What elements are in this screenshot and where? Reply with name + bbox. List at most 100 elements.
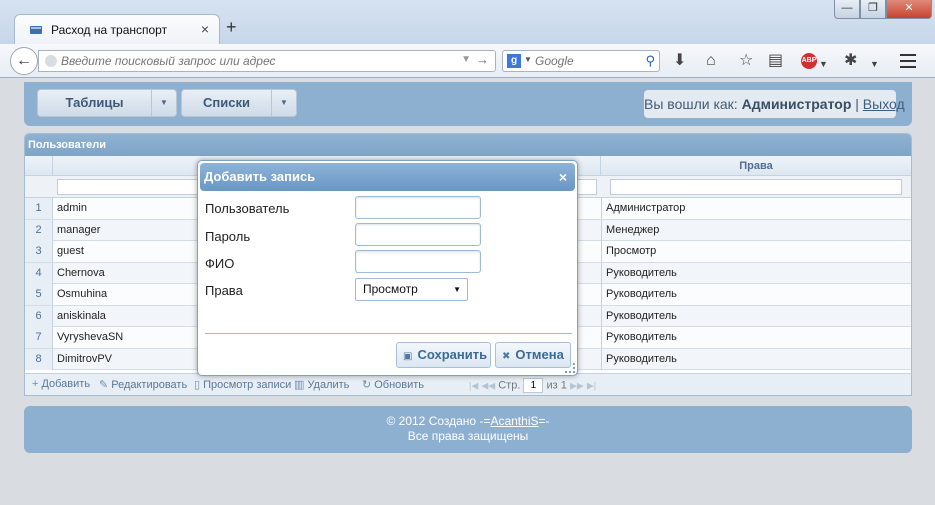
browser-menu-icon[interactable]: [900, 54, 916, 68]
lists-menu-button[interactable]: Списки ▼: [181, 89, 297, 117]
add-record-dialog: Добавить запись × Пользователь Пароль ФИ…: [197, 160, 578, 376]
dialog-title: Добавить запись: [204, 169, 316, 184]
site-identity-icon[interactable]: [45, 55, 57, 67]
rights-cell: Администратор: [606, 202, 686, 214]
tab-close-icon[interactable]: ×: [201, 21, 209, 37]
last-page-icon[interactable]: ▶|: [587, 380, 596, 390]
window-minimize-button[interactable]: —: [834, 0, 860, 19]
back-button[interactable]: ←: [10, 47, 38, 75]
copyright-suffix: =-: [538, 414, 550, 428]
author-link[interactable]: AcanthiS: [490, 414, 538, 428]
user-field-label: Пользователь: [205, 201, 290, 216]
user-field[interactable]: [355, 196, 481, 219]
logged-in-text: Вы вошли как:: [644, 96, 738, 112]
go-arrow-icon[interactable]: →: [476, 52, 489, 67]
rights-cell: Руководитель: [606, 309, 677, 322]
save-icon: ▣: [403, 351, 413, 362]
cancel-button[interactable]: ✖ Отмена: [495, 342, 571, 368]
user-cell: manager: [57, 223, 101, 236]
search-engine-icon[interactable]: g: [507, 54, 521, 68]
dialog-header[interactable]: Добавить запись ×: [200, 163, 575, 191]
add-record-button[interactable]: + Добавить: [32, 378, 90, 390]
copyright-line: © 2012 Создано -=AcanthiS=-: [24, 414, 912, 429]
prev-page-icon[interactable]: ◀◀: [481, 380, 495, 390]
row-number: 8: [25, 348, 53, 370]
add-record-label: Добавить: [41, 378, 91, 390]
copyright-prefix: © 2012 Создано -=: [386, 414, 491, 428]
pencil-icon: ✎: [99, 379, 109, 391]
history-dropdown-icon[interactable]: ▼: [461, 54, 471, 65]
logout-link[interactable]: Выход: [863, 96, 905, 112]
search-bar[interactable]: g ▼ ⚲: [502, 50, 660, 72]
page-favicon-icon: [30, 26, 42, 34]
extension-dropdown-icon[interactable]: ▼: [870, 55, 879, 73]
chevron-down-icon[interactable]: ▼: [272, 90, 296, 116]
tab-title: Расход на транспорт: [51, 23, 168, 37]
column-header-rights[interactable]: Права: [601, 156, 911, 176]
page-count-label: из 1: [546, 379, 567, 392]
cancel-button-label: Отмена: [515, 347, 564, 362]
refresh-button[interactable]: ↻ Обновить: [362, 378, 424, 391]
rights-select[interactable]: Просмотр ▼: [355, 278, 468, 301]
rights-cell: Руководитель: [606, 331, 677, 343]
downloads-icon[interactable]: ⬇: [673, 52, 686, 70]
page-number-input[interactable]: [523, 378, 544, 393]
row-number: 7: [25, 327, 53, 348]
window-close-button[interactable]: ✕: [886, 0, 932, 19]
rights-select-value: Просмотр: [363, 282, 418, 296]
column-separator: [601, 262, 602, 284]
home-icon[interactable]: ⌂: [706, 52, 716, 70]
column-separator: [601, 284, 602, 305]
rights-cell: Руководитель: [606, 352, 677, 365]
extension-bug-icon[interactable]: ✱: [844, 52, 857, 70]
login-separator: |: [855, 96, 859, 112]
column-separator: [601, 305, 602, 327]
select-caret-icon: ▼: [453, 285, 461, 294]
search-engine-dropdown-icon[interactable]: ▼: [524, 55, 532, 64]
address-bar[interactable]: ▼ →: [38, 50, 496, 72]
delete-record-button[interactable]: ▥ Удалить: [294, 378, 349, 391]
edit-record-label: Редактировать: [111, 379, 188, 391]
next-page-icon[interactable]: ▶▶: [570, 380, 584, 390]
fio-field[interactable]: [355, 250, 481, 273]
window-maximize-button[interactable]: ❐: [860, 0, 886, 19]
delete-record-label: Удалить: [307, 379, 350, 391]
search-input[interactable]: [535, 53, 635, 69]
tables-menu-label[interactable]: Таблицы: [38, 90, 152, 116]
first-page-icon[interactable]: |◀: [469, 380, 478, 390]
row-number: 2: [25, 219, 53, 241]
rights-field-label: Права: [205, 283, 243, 298]
column-separator: [601, 219, 602, 241]
adblock-dropdown-icon[interactable]: ▼: [819, 55, 828, 73]
save-button[interactable]: ▣ Сохранить: [396, 342, 491, 368]
bookmark-star-icon[interactable]: ☆: [739, 52, 753, 70]
dialog-resize-handle[interactable]: [565, 363, 575, 373]
edit-record-button[interactable]: ✎ Редактировать: [99, 378, 187, 391]
view-record-button[interactable]: ▯ Просмотр записи: [194, 378, 291, 391]
refresh-icon: ↻: [362, 379, 372, 391]
filter-input-rights[interactable]: [610, 179, 902, 195]
page-navigation: |◀ ◀◀ Стр. из 1 ▶▶ ▶|: [469, 378, 596, 393]
row-number: 6: [25, 305, 53, 327]
save-button-label: Сохранить: [417, 347, 488, 362]
grid-pager: + Добавить ✎ Редактировать ▯ Просмотр запис…: [24, 373, 912, 396]
plus-icon: +: [32, 378, 39, 390]
chevron-down-icon[interactable]: ▼: [152, 90, 176, 116]
row-number: 3: [25, 241, 53, 262]
page-footer: © 2012 Создано -=AcanthiS=- Все права за…: [24, 406, 912, 453]
row-number: 4: [25, 262, 53, 284]
row-number-header: [25, 156, 53, 176]
new-tab-button[interactable]: +: [226, 18, 237, 36]
trash-icon: ▥: [294, 379, 305, 391]
search-magnifier-icon[interactable]: ⚲: [645, 53, 655, 69]
password-field[interactable]: [355, 223, 481, 246]
tables-menu-button[interactable]: Таблицы ▼: [37, 89, 177, 117]
dialog-close-icon[interactable]: ×: [559, 169, 567, 185]
url-input[interactable]: [61, 52, 451, 70]
user-cell: Osmuhina: [57, 288, 108, 300]
lists-menu-label[interactable]: Списки: [182, 90, 272, 116]
adblock-icon[interactable]: ABP: [801, 53, 817, 69]
bookmarks-menu-icon[interactable]: ▤: [768, 52, 783, 70]
rights-cell: Руководитель: [606, 288, 677, 300]
browser-tab[interactable]: Расход на транспорт ×: [14, 14, 220, 46]
